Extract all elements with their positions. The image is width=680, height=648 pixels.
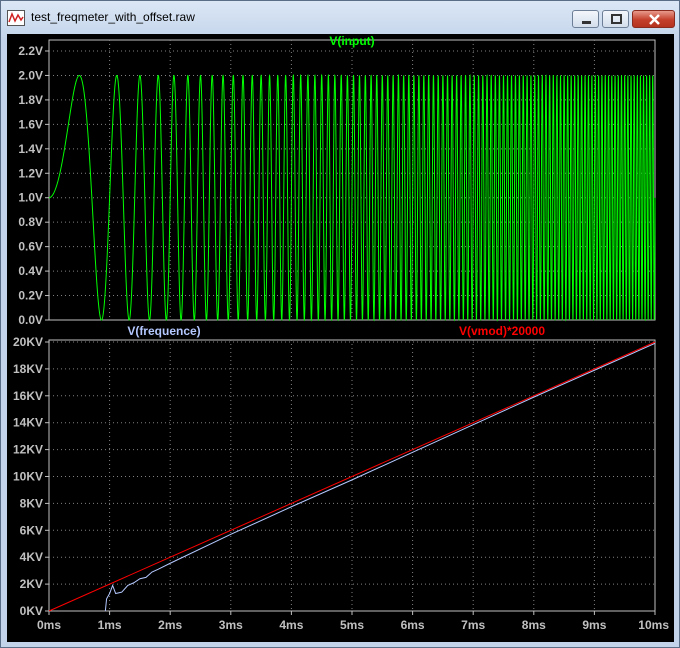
y-tick-label: 1.0V: [18, 191, 43, 205]
y-tick-label: 1.6V: [18, 117, 43, 131]
y-tick-label: 0.4V: [18, 264, 43, 278]
y-tick-label: 10KV: [13, 470, 43, 484]
title-bar[interactable]: test_freqmeter_with_offset.raw: [1, 1, 679, 34]
x-tick-label: 0ms: [37, 618, 61, 632]
maximize-button[interactable]: [602, 10, 629, 28]
maximize-icon: [611, 14, 622, 24]
y-tick-label: 0.6V: [18, 240, 43, 254]
y-tick-label: 8KV: [20, 496, 43, 510]
x-tick-label: 4ms: [279, 618, 303, 632]
app-window: test_freqmeter_with_offset.raw 0.0V 0.2V 0…: [0, 0, 680, 648]
y-tick-label: 16KV: [13, 389, 43, 403]
y-tick-label: 2KV: [20, 577, 43, 591]
pane-top[interactable]: 0.0V 0.2V 0.4V 0.6V 0.8V 1.0V 1.2V 1.4V 1.6V 1.8V…: [18, 34, 656, 327]
legend-label: V(frequence): [127, 324, 200, 338]
x-tick-label: 5ms: [340, 618, 364, 632]
series-line-0: [104, 342, 656, 612]
y-tick-label: 0.2V: [18, 289, 43, 303]
x-tick-label: 7ms: [461, 618, 485, 632]
x-tick-label: 8ms: [522, 618, 546, 632]
y-tick-label: 4KV: [20, 550, 43, 564]
y-tick-label: 1.2V: [18, 166, 43, 180]
series-line-1: [48, 341, 656, 612]
x-tick-label: 2ms: [158, 618, 182, 632]
minimize-icon: [582, 21, 591, 24]
x-tick-label: 10ms: [638, 618, 669, 632]
y-tick-label: 2.0V: [18, 68, 43, 82]
y-tick-label: 0.0V: [18, 313, 43, 327]
y-tick-label: 0.8V: [18, 215, 43, 229]
pane-bottom[interactable]: 0KV 2KV 4KV 6KV 8KV 10KV 12KV 14KV 16KV 18KV 20KV V…: [13, 324, 669, 632]
close-icon: [649, 14, 660, 25]
y-tick-label: 18KV: [13, 362, 43, 376]
y-tick-label: 6KV: [20, 523, 43, 537]
waveform-app-icon: [7, 10, 25, 26]
x-tick-label: 3ms: [219, 618, 243, 632]
legend-label: V(input): [329, 34, 374, 48]
y-tick-label: 1.8V: [18, 93, 43, 107]
y-tick-label: 12KV: [13, 443, 43, 457]
y-tick-label: 2.2V: [18, 44, 43, 58]
minimize-button[interactable]: [572, 10, 599, 28]
window-title: test_freqmeter_with_offset.raw: [31, 10, 195, 24]
y-tick-label: 0KV: [20, 604, 43, 618]
x-tick-label: 6ms: [401, 618, 425, 632]
plot-area[interactable]: 0.0V 0.2V 0.4V 0.6V 0.8V 1.0V 1.2V 1.4V 1.6V 1.8V…: [7, 34, 674, 642]
x-tick-label: 9ms: [582, 618, 606, 632]
waveform-viewer: 0.0V 0.2V 0.4V 0.6V 0.8V 1.0V 1.2V 1.4V 1.6V 1.8V…: [7, 34, 674, 642]
close-button[interactable]: [632, 10, 675, 28]
y-tick-label: 1.4V: [18, 142, 43, 156]
legend-label: V(vmod)*20000: [459, 324, 545, 338]
y-tick-label: 14KV: [13, 416, 43, 430]
x-tick-label: 1ms: [98, 618, 122, 632]
y-tick-label: 20KV: [13, 335, 43, 349]
